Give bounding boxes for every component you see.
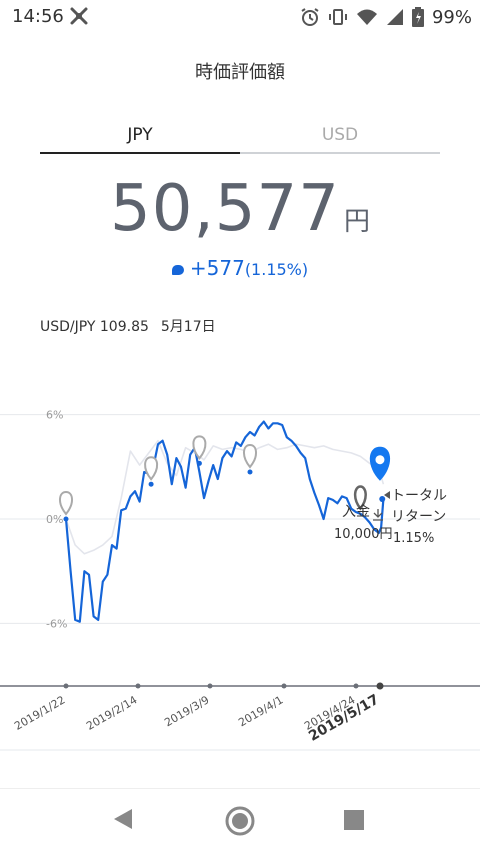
- y-tick-label: 6%: [46, 409, 63, 422]
- data-point: [196, 460, 202, 466]
- pin-icon: [243, 444, 257, 469]
- y-tick-label: -6%: [46, 617, 67, 630]
- data-point: [63, 516, 69, 522]
- valuation-amount: 50,577 円: [0, 172, 480, 246]
- recents-icon[interactable]: [344, 810, 364, 830]
- battery-icon: [411, 7, 424, 27]
- deposit-label: 入金: [342, 504, 370, 520]
- back-icon[interactable]: [112, 807, 134, 831]
- x-tick-dot: [135, 683, 141, 689]
- status-icons: 99%: [300, 4, 472, 30]
- return-value: 1.15%: [393, 531, 434, 546]
- current-pin-dot: [375, 455, 385, 465]
- notification-app-icon: [70, 7, 88, 25]
- tab-usd[interactable]: USD: [240, 125, 440, 145]
- fx-date: 5月17日: [160, 319, 216, 335]
- series-line-return: [64, 420, 385, 623]
- x-tick-dot: [353, 683, 359, 689]
- marker-pin: [243, 444, 257, 475]
- marker-pin: [192, 435, 207, 466]
- change-percent: (1.15%): [244, 260, 309, 279]
- status-bar: 14:56 99%: [0, 0, 480, 34]
- home-icon[interactable]: [225, 806, 255, 836]
- x-tick-dot: [63, 683, 69, 689]
- valuation-unit: 円: [343, 207, 370, 237]
- data-point: [148, 481, 154, 487]
- fx-rate-line: USD/JPY 109.85 5月17日: [40, 316, 228, 336]
- pin-icon: [59, 490, 73, 516]
- deposit-amount: 10,000円: [334, 527, 393, 542]
- alarm-icon: [301, 8, 319, 26]
- x-tick-dot: [281, 683, 287, 689]
- tab-jpy[interactable]: JPY: [40, 125, 240, 145]
- signal-icon: [386, 9, 403, 25]
- data-point: [247, 469, 253, 475]
- return-label: リターン: [391, 509, 446, 525]
- currency-tabs: JPY USD: [40, 125, 440, 155]
- tab-indicator: [240, 152, 440, 154]
- speech-bubble-icon: [171, 264, 184, 275]
- x-tick-dot: [207, 683, 213, 689]
- page-title: 時価評価額: [195, 62, 285, 83]
- change-amount: +577: [189, 256, 245, 280]
- wifi-icon: [356, 9, 377, 25]
- battery-percent: 99%: [431, 6, 472, 28]
- marker-pin: [144, 456, 159, 487]
- return-label: トータル: [391, 488, 447, 504]
- valuation-number: 50,577: [110, 172, 340, 246]
- pin-icon: [144, 456, 159, 481]
- clock: 14:56: [12, 6, 64, 27]
- x-tick-label: 2019/1/22: [12, 693, 67, 732]
- current-data-point: [379, 495, 386, 502]
- system-nav-bar: [0, 788, 480, 854]
- x-tick-label: 2019/3/9: [162, 693, 211, 729]
- x-tick-label: 2019/4/1: [236, 693, 285, 729]
- x-tick-dot: [376, 682, 384, 690]
- return-chart[interactable]: 6% 0% -6% トータルリターン 1.15% 入金 10,000円 2019/1/22 20…: [0, 395, 480, 755]
- y-tick-label: 0%: [46, 513, 63, 526]
- valuation-change: +577(1.15%): [0, 256, 480, 280]
- tab-indicator-active: [40, 152, 240, 154]
- fx-rate: USD/JPY 109.85: [40, 319, 149, 335]
- x-tick-label: 2019/2/14: [84, 693, 139, 732]
- vibrate-icon: [328, 9, 347, 25]
